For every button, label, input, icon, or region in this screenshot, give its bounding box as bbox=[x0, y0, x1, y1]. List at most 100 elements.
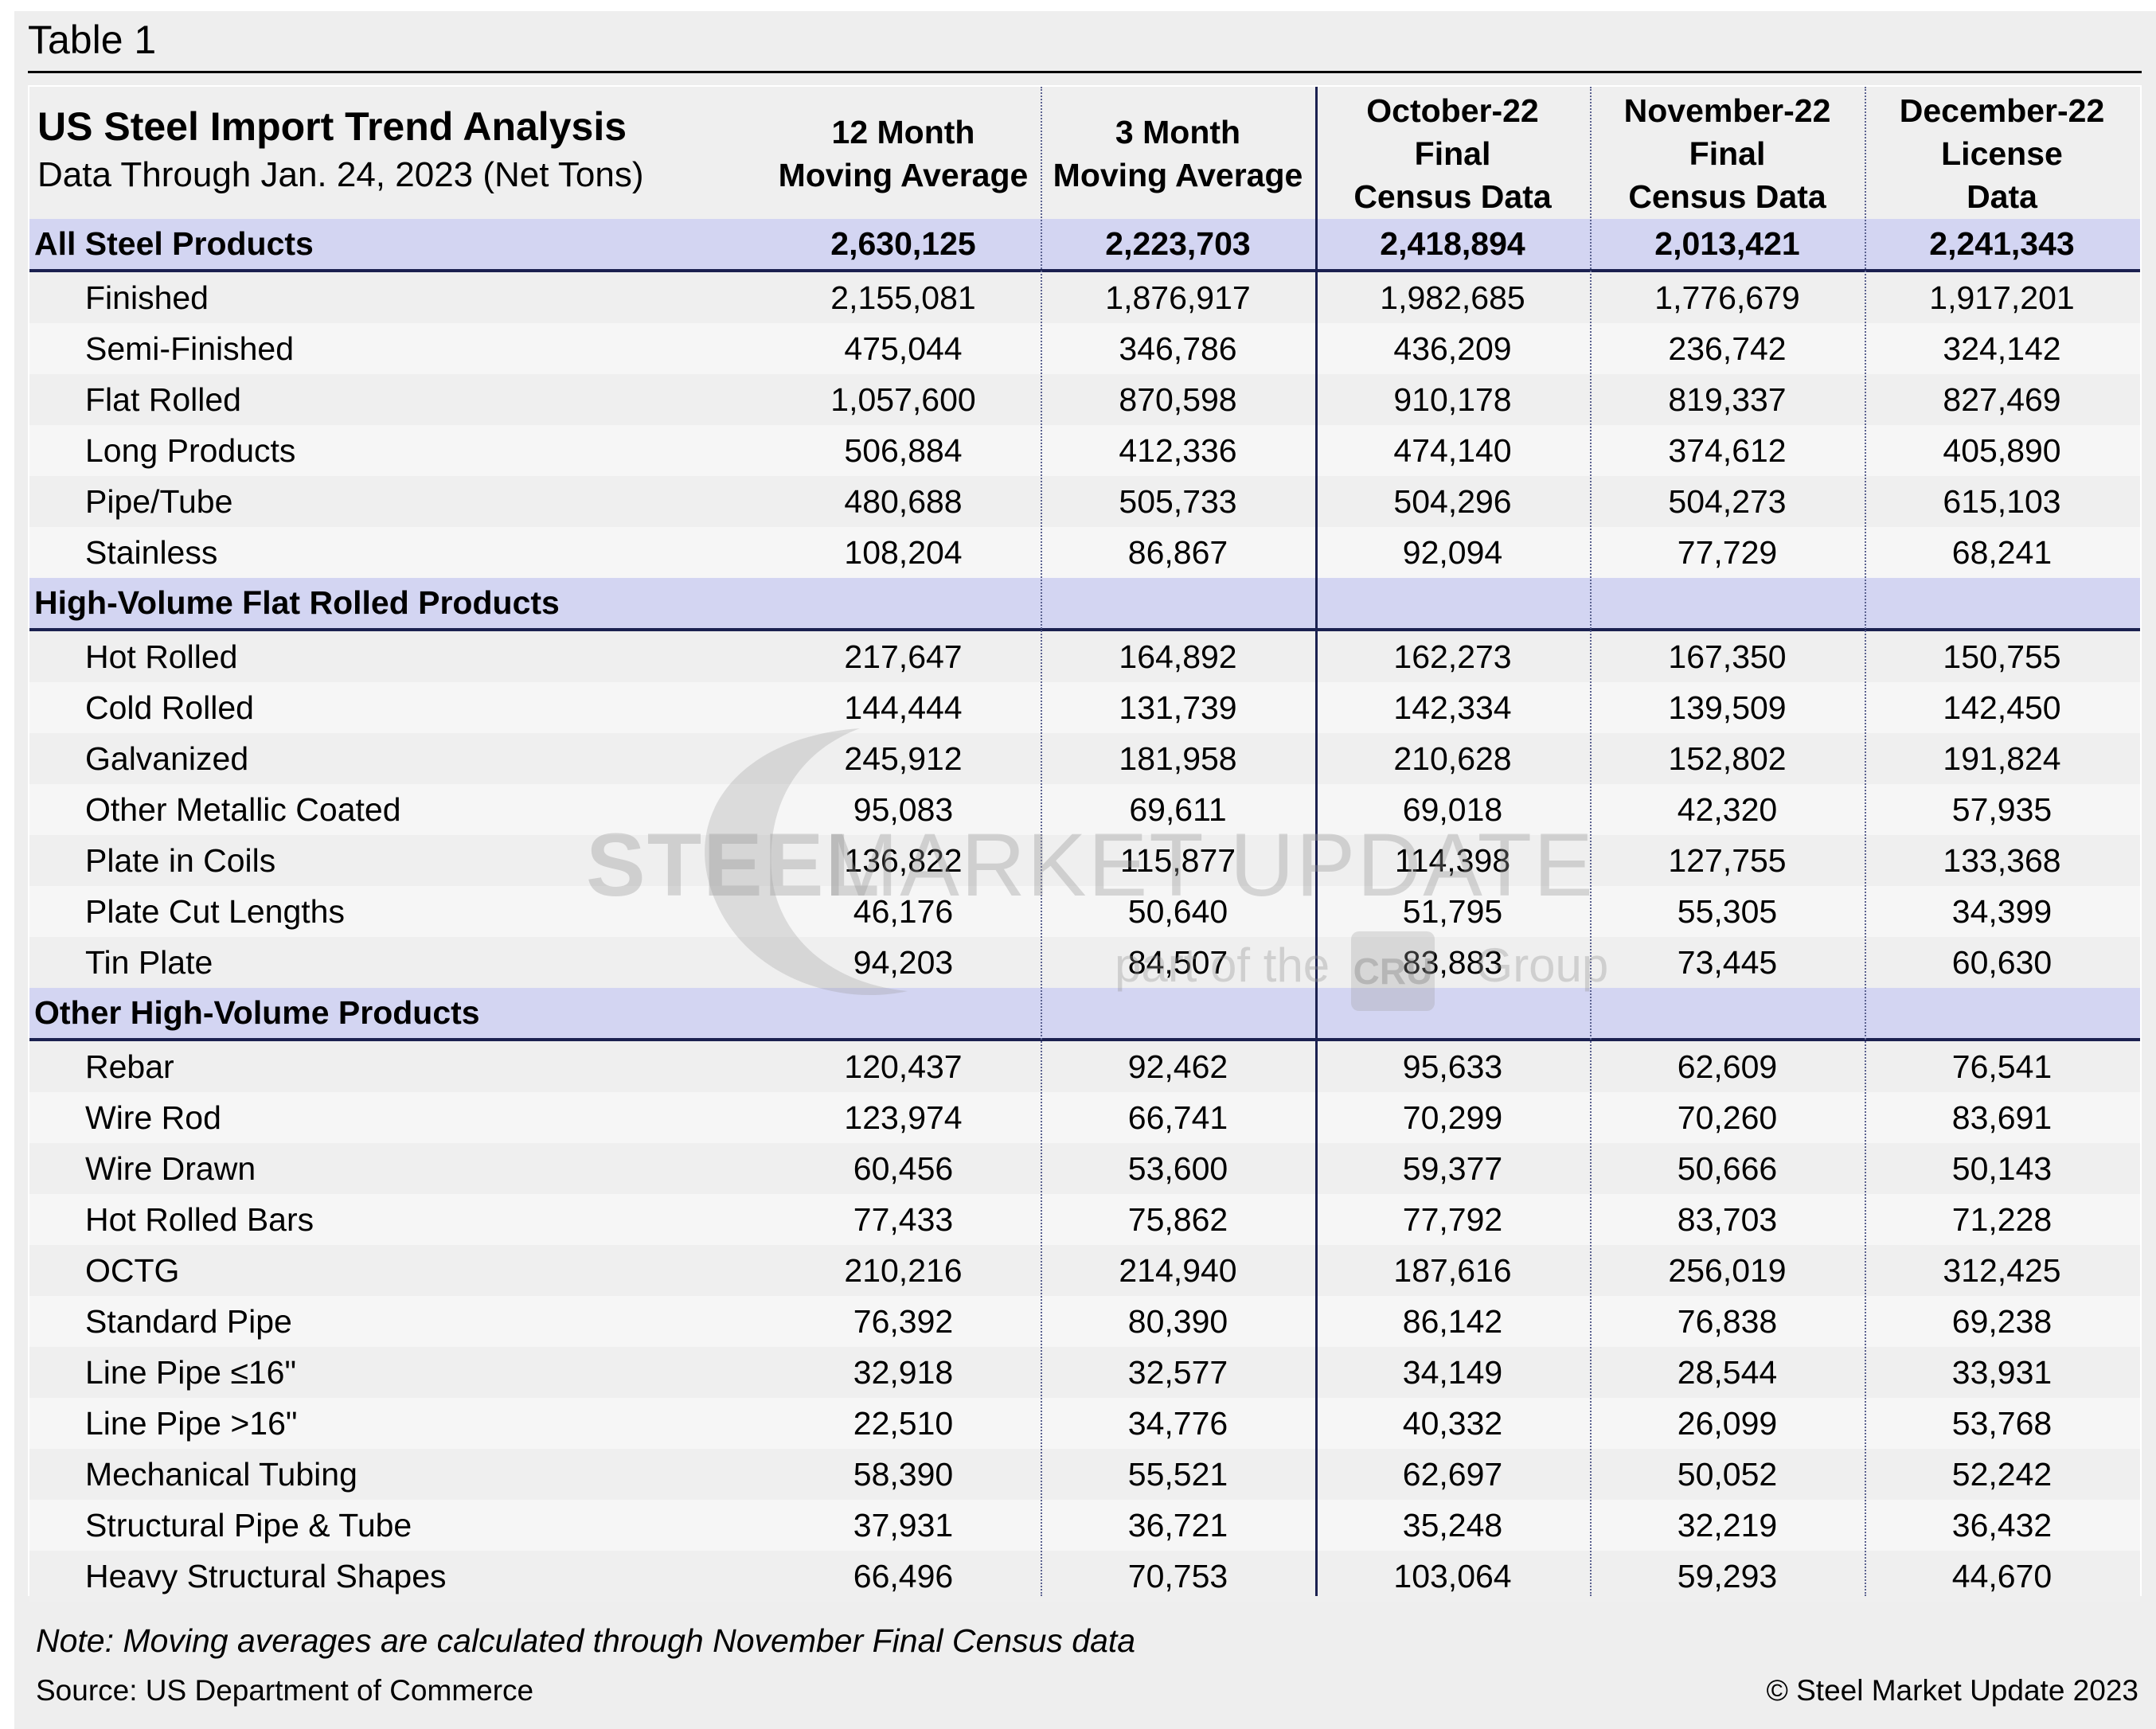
column-header-line: Census Data bbox=[1628, 178, 1826, 215]
value-cell: 34,776 bbox=[1127, 1404, 1228, 1442]
section-title: All Steel Products bbox=[34, 225, 314, 262]
row-label: Flat Rolled bbox=[85, 381, 241, 418]
value-cell: 475,044 bbox=[844, 330, 963, 367]
value-cell: 36,432 bbox=[1951, 1506, 2052, 1544]
value-cell: 324,142 bbox=[1943, 330, 2061, 367]
row-label: Semi-Finished bbox=[85, 330, 295, 367]
value-cell: 405,890 bbox=[1943, 431, 2061, 469]
value-cell: 55,305 bbox=[1677, 892, 1778, 930]
table-row: Stainless 108,204 86,867 92,094 77,729 68,241 bbox=[29, 527, 2140, 578]
value-cell: 83,883 bbox=[1402, 943, 1503, 981]
table-row: Long Products 506,884 412,336 474,140 374,61… bbox=[29, 425, 2140, 476]
value-cell: 108,204 bbox=[844, 533, 963, 571]
value-cell: 144,444 bbox=[844, 689, 963, 726]
value-cell: 120,437 bbox=[844, 1048, 963, 1085]
section-header-row: All Steel Products 2,630,125 2,223,703 2,41… bbox=[29, 219, 2140, 269]
value-cell: 55,521 bbox=[1127, 1455, 1228, 1493]
value-cell: 50,052 bbox=[1677, 1455, 1778, 1493]
column-divider bbox=[1041, 87, 1042, 1596]
value-cell: 35,248 bbox=[1402, 1506, 1503, 1544]
column-header-line: License bbox=[1941, 135, 2063, 172]
value-cell: 474,140 bbox=[1393, 431, 1512, 469]
column-header: 3 Month Moving Average bbox=[1041, 87, 1315, 221]
row-label: Structural Pipe & Tube bbox=[85, 1506, 412, 1544]
table-row: Line Pipe >16" 22,510 34,776 40,332 26,099 53… bbox=[29, 1398, 2140, 1449]
value-cell: 22,510 bbox=[853, 1404, 954, 1442]
column-header: December-22 License Data bbox=[1865, 87, 2139, 221]
value-cell: 58,390 bbox=[853, 1455, 954, 1493]
value-cell: 75,862 bbox=[1127, 1200, 1228, 1238]
row-label: Pipe/Tube bbox=[85, 482, 233, 520]
value-cell: 1,776,679 bbox=[1654, 279, 1800, 316]
column-divider bbox=[1865, 87, 1866, 1596]
value-cell: 167,350 bbox=[1668, 638, 1787, 675]
value-cell: 69,238 bbox=[1951, 1302, 2052, 1340]
value-cell: 50,640 bbox=[1127, 892, 1228, 930]
value-cell: 83,691 bbox=[1951, 1099, 2052, 1136]
column-header-line: Final bbox=[1414, 135, 1491, 172]
value-cell: 870,598 bbox=[1119, 381, 1237, 418]
table-row: Galvanized 245,912 181,958 210,628 152,802 19… bbox=[29, 733, 2140, 784]
title-rule bbox=[28, 71, 2142, 73]
value-cell: 76,392 bbox=[853, 1302, 954, 1340]
table-label: Table 1 bbox=[28, 18, 157, 62]
section-total-cell: 2,241,343 bbox=[1929, 225, 2075, 262]
value-cell: 80,390 bbox=[1127, 1302, 1228, 1340]
value-cell: 69,018 bbox=[1402, 790, 1503, 828]
value-cell: 412,336 bbox=[1119, 431, 1237, 469]
value-cell: 1,982,685 bbox=[1380, 279, 1525, 316]
column-header-line: 12 Month bbox=[831, 114, 975, 150]
value-cell: 33,931 bbox=[1951, 1353, 2052, 1391]
value-cell: 44,670 bbox=[1951, 1557, 2052, 1594]
table-row: Hot Rolled 217,647 164,892 162,273 167,350 15… bbox=[29, 631, 2140, 682]
value-cell: 32,577 bbox=[1127, 1353, 1228, 1391]
value-cell: 50,143 bbox=[1951, 1149, 2052, 1187]
row-label: Hot Rolled Bars bbox=[85, 1200, 314, 1238]
value-cell: 50,666 bbox=[1677, 1149, 1778, 1187]
value-cell: 95,633 bbox=[1402, 1048, 1503, 1085]
table-row: Finished 2,155,081 1,876,917 1,982,685 1,776… bbox=[29, 272, 2140, 323]
value-cell: 819,337 bbox=[1668, 381, 1787, 418]
table-row: Flat Rolled 1,057,600 870,598 910,178 819,33… bbox=[29, 374, 2140, 425]
value-cell: 86,867 bbox=[1127, 533, 1228, 571]
row-label: Hot Rolled bbox=[85, 638, 238, 675]
copyright: © Steel Market Update 2023 bbox=[1766, 1674, 2138, 1707]
table-row: Plate Cut Lengths 46,176 50,640 51,795 55,30… bbox=[29, 886, 2140, 937]
column-header: October-22 Final Census Data bbox=[1315, 87, 1590, 221]
value-cell: 142,450 bbox=[1943, 689, 2061, 726]
table-row: Rebar 120,437 92,462 95,633 62,609 76,541 bbox=[29, 1041, 2140, 1092]
value-cell: 210,216 bbox=[844, 1251, 963, 1289]
value-cell: 346,786 bbox=[1119, 330, 1237, 367]
column-header-line: Moving Average bbox=[1053, 157, 1303, 193]
section-title: Other High-Volume Products bbox=[34, 994, 480, 1031]
row-label: Heavy Structural Shapes bbox=[85, 1557, 447, 1594]
import-trend-table: US Steel Import Trend Analysis Data Thro… bbox=[28, 85, 2142, 1602]
row-label: Wire Drawn bbox=[85, 1149, 256, 1187]
value-cell: 187,616 bbox=[1393, 1251, 1512, 1289]
row-label: Wire Rod bbox=[85, 1099, 221, 1136]
row-label: Plate in Coils bbox=[85, 841, 276, 879]
row-label: Galvanized bbox=[85, 740, 249, 777]
value-cell: 152,802 bbox=[1668, 740, 1787, 777]
section-total-cell: 2,630,125 bbox=[830, 225, 976, 262]
value-cell: 52,242 bbox=[1951, 1455, 2052, 1493]
column-header-line: Census Data bbox=[1353, 178, 1552, 215]
value-cell: 42,320 bbox=[1677, 790, 1778, 828]
value-cell: 181,958 bbox=[1119, 740, 1237, 777]
value-cell: 70,260 bbox=[1677, 1099, 1778, 1136]
table-row: OCTG 210,216 214,940 187,616 256,019 312,425 bbox=[29, 1245, 2140, 1296]
value-cell: 34,149 bbox=[1402, 1353, 1503, 1391]
value-cell: 142,334 bbox=[1393, 689, 1512, 726]
value-cell: 60,630 bbox=[1951, 943, 2052, 981]
value-cell: 36,721 bbox=[1127, 1506, 1228, 1544]
row-label: OCTG bbox=[85, 1251, 180, 1289]
table-row: Plate in Coils 136,822 115,877 114,398 127,7… bbox=[29, 835, 2140, 886]
value-cell: 127,755 bbox=[1668, 841, 1787, 879]
table-row: Semi-Finished 475,044 346,786 436,209 236,74… bbox=[29, 323, 2140, 374]
value-cell: 103,064 bbox=[1393, 1557, 1512, 1594]
table-row: Wire Drawn 60,456 53,600 59,377 50,666 50,143 bbox=[29, 1143, 2140, 1194]
value-cell: 210,628 bbox=[1393, 740, 1512, 777]
table-row: Mechanical Tubing 58,390 55,521 62,697 50,05… bbox=[29, 1449, 2140, 1500]
value-cell: 71,228 bbox=[1951, 1200, 2052, 1238]
column-header-line: November-22 bbox=[1623, 92, 1831, 129]
